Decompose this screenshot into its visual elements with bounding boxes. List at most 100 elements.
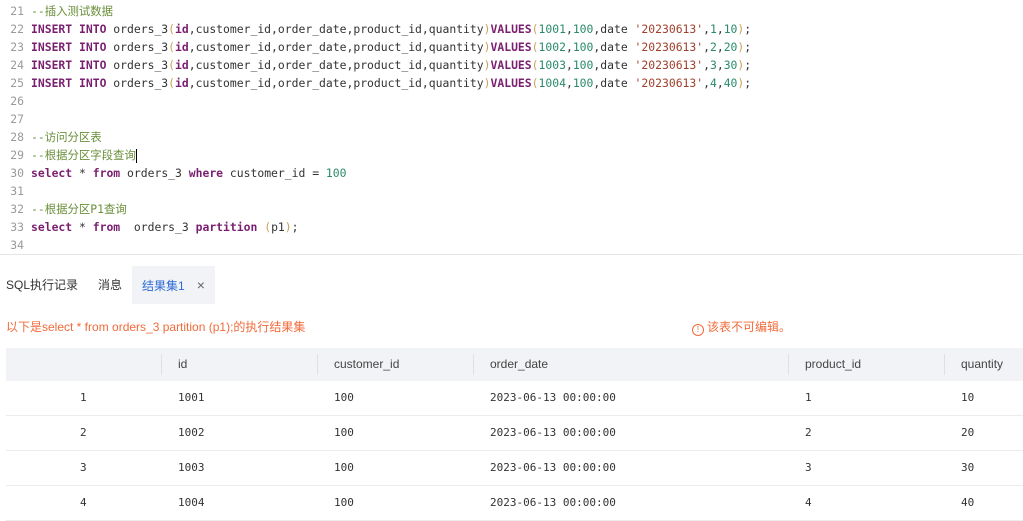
code-token: from — [92, 220, 121, 234]
code-token: * — [72, 220, 93, 234]
code-token: where — [188, 166, 224, 180]
sql-editor[interactable]: 21 --插入测试数据 22 INSERT INTO orders_3(id,cust… — [0, 0, 1023, 254]
code-token: ( — [531, 22, 539, 36]
code-token: ( — [168, 40, 176, 54]
table-cell: 2023-06-13 00:00:00 — [490, 496, 616, 509]
tab-messages[interactable]: 消息 — [98, 266, 122, 304]
code-token: ) — [483, 40, 491, 54]
column-separator[interactable] — [317, 354, 318, 375]
code-text: INSERT INTO orders_3(id,customer_id,orde… — [31, 20, 751, 38]
code-token: 1 — [709, 22, 717, 36]
code-token: ; — [744, 40, 752, 54]
readonly-note-text: 该表不可编辑。 — [707, 320, 792, 334]
panel-divider[interactable] — [0, 254, 1023, 255]
table-row[interactable]: 4 1004 100 2023-06-13 00:00:00 4 40 — [6, 486, 1023, 521]
code-token: ,date — [593, 58, 635, 72]
table-cell: 100 — [334, 391, 354, 404]
column-header[interactable]: order_date — [490, 348, 548, 381]
line-number: 34 — [10, 238, 24, 252]
code-token: select — [31, 220, 73, 234]
code-token: INSERT INTO — [31, 76, 107, 90]
column-separator[interactable] — [161, 354, 162, 375]
code-token: , — [565, 40, 573, 54]
code-token: '20230613' — [634, 40, 704, 54]
code-token: 100 — [572, 58, 594, 72]
code-token: --根据分区P1查询 — [31, 202, 127, 216]
code-token: ; — [744, 22, 752, 36]
table-row[interactable]: 3 1003 100 2023-06-13 00:00:00 3 30 — [6, 451, 1023, 486]
close-icon[interactable]: × — [197, 266, 205, 304]
column-header[interactable]: customer_id — [334, 348, 399, 381]
code-token: , — [716, 22, 724, 36]
table-row[interactable]: 1 1001 100 2023-06-13 00:00:00 1 10 — [6, 381, 1023, 416]
code-token: 30 — [723, 58, 738, 72]
code-text: --插入测试数据 — [31, 2, 113, 20]
code-token: 10 — [723, 22, 738, 36]
code-text: select * from orders_3 partition (p1); — [31, 218, 299, 236]
text-cursor — [135, 148, 137, 163]
code-token: ,customer_id,order_date,product_id,quant… — [188, 22, 484, 36]
table-cell: 2 — [805, 426, 812, 439]
table-cell: 30 — [961, 461, 975, 474]
code-token: ) — [483, 58, 491, 72]
tab-sql-log[interactable]: SQL执行记录 — [6, 266, 78, 304]
row-number: 2 — [80, 426, 87, 439]
code-token: 1004 — [538, 76, 566, 90]
table-cell: 40 — [961, 496, 975, 509]
code-token: , — [565, 76, 573, 90]
tab-result-set[interactable]: 结果集1 × — [132, 266, 215, 304]
code-token: ) — [483, 76, 491, 90]
code-text: INSERT INTO orders_3(id,customer_id,orde… — [31, 56, 751, 74]
code-token: '20230613' — [634, 76, 704, 90]
line-number: 28 — [10, 130, 24, 144]
code-text: --访问分区表 — [31, 128, 102, 146]
table-cell: 100 — [334, 426, 354, 439]
code-token: ; — [744, 58, 752, 72]
code-token: , — [565, 22, 573, 36]
code-token: 100 — [572, 22, 594, 36]
readonly-note: ! 该表不可编辑。 — [692, 318, 791, 336]
table-row[interactable]: 2 1002 100 2023-06-13 00:00:00 2 20 — [6, 416, 1023, 451]
table-cell: 2023-06-13 00:00:00 — [490, 426, 616, 439]
line-number: 27 — [10, 112, 24, 126]
column-header[interactable]: quantity — [961, 348, 1003, 381]
code-token: , — [716, 58, 724, 72]
table-cell: 100 — [334, 496, 354, 509]
line-number: 25 — [10, 76, 24, 90]
table-cell: 10 — [961, 391, 975, 404]
code-token: ,date — [593, 76, 635, 90]
table-header: id customer_id order_date product_id quantit… — [6, 348, 1023, 381]
column-separator[interactable] — [788, 354, 789, 375]
code-token: --访问分区表 — [31, 130, 102, 144]
column-header[interactable]: id — [178, 348, 187, 381]
code-token: 100 — [572, 40, 594, 54]
code-token: orders_3 — [120, 220, 196, 234]
code-token: INSERT INTO — [31, 40, 107, 54]
row-number: 3 — [80, 461, 87, 474]
code-token: VALUES — [490, 76, 532, 90]
code-token: ; — [744, 76, 752, 90]
table-cell: 1003 — [178, 461, 205, 474]
code-token: , — [716, 76, 724, 90]
code-token: 100 — [572, 76, 594, 90]
column-separator[interactable] — [473, 354, 474, 375]
code-text: --根据分区P1查询 — [31, 200, 127, 218]
code-token: , — [703, 22, 710, 36]
code-token: --插入测试数据 — [31, 4, 114, 18]
code-token: 1001 — [538, 22, 566, 36]
table-cell: 1004 — [178, 496, 205, 509]
result-tabs: SQL执行记录 消息 结果集1 × — [0, 266, 1023, 304]
column-separator[interactable] — [944, 354, 945, 375]
line-number: 33 — [10, 220, 24, 234]
code-token: 3 — [709, 58, 717, 72]
code-token: 100 — [325, 166, 347, 180]
code-token: ( — [168, 58, 176, 72]
code-token: 1003 — [538, 58, 566, 72]
warning-icon: ! — [692, 324, 704, 336]
code-token: INSERT INTO — [31, 58, 107, 72]
result-message: 以下是select * from orders_3 partition (p1)… — [6, 320, 306, 334]
column-header[interactable]: product_id — [805, 348, 861, 381]
code-token: ( — [168, 76, 176, 90]
table-cell: 3 — [805, 461, 812, 474]
line-number: 24 — [10, 58, 24, 72]
